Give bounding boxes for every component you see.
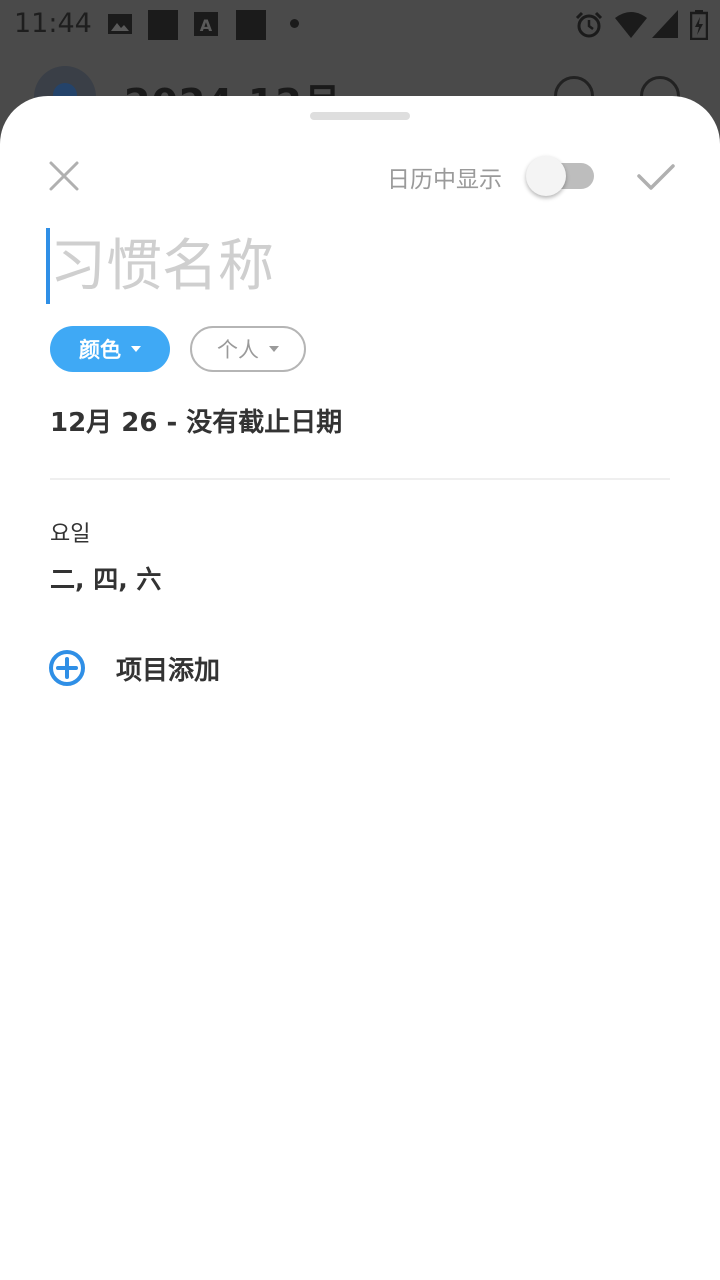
- font-a-icon: A: [194, 12, 218, 36]
- svg-text:A: A: [200, 16, 213, 35]
- color-chip[interactable]: 颜色: [50, 326, 170, 372]
- close-icon[interactable]: [46, 158, 82, 194]
- status-bar: 11:44 A: [0, 0, 720, 50]
- weekdays-label: 요일: [50, 522, 91, 547]
- show-in-calendar-toggle[interactable]: [526, 156, 596, 196]
- show-in-calendar-label: 日历中显示: [387, 167, 502, 193]
- group-chip[interactable]: 个人: [190, 326, 306, 372]
- weekdays-value[interactable]: 二, 四, 六: [50, 560, 161, 596]
- color-chip-label: 颜色: [79, 338, 121, 362]
- wifi-icon: [615, 12, 647, 38]
- drag-handle[interactable]: [310, 112, 410, 120]
- dropdown-arrow-icon: [131, 346, 141, 352]
- check-icon[interactable]: [636, 156, 676, 196]
- battery-icon: [690, 10, 708, 40]
- plus-circle-icon: [49, 650, 85, 686]
- group-chip-label: 个人: [217, 338, 259, 362]
- add-item-label: 项目添加: [116, 655, 221, 686]
- dropdown-arrow-icon: [269, 346, 279, 352]
- habit-name-field[interactable]: [46, 228, 666, 306]
- habit-edit-sheet: 日历中显示 颜色 个人 12月 26 - 没有截止日期 요일 二, 四, 六 项…: [0, 96, 720, 1280]
- date-range[interactable]: 12月 26 - 没有截止日期: [50, 402, 342, 439]
- habit-name-input[interactable]: [50, 228, 650, 304]
- square-icon: [236, 10, 266, 40]
- toggle-knob: [526, 156, 566, 196]
- square-icon: [148, 10, 178, 40]
- alarm-icon: [575, 11, 603, 38]
- add-item-button[interactable]: 项目添加: [48, 648, 220, 688]
- image-icon: [108, 14, 132, 34]
- dot-icon: [290, 19, 299, 28]
- signal-icon: [652, 10, 678, 38]
- divider: [50, 478, 670, 480]
- status-time: 11:44: [14, 8, 92, 39]
